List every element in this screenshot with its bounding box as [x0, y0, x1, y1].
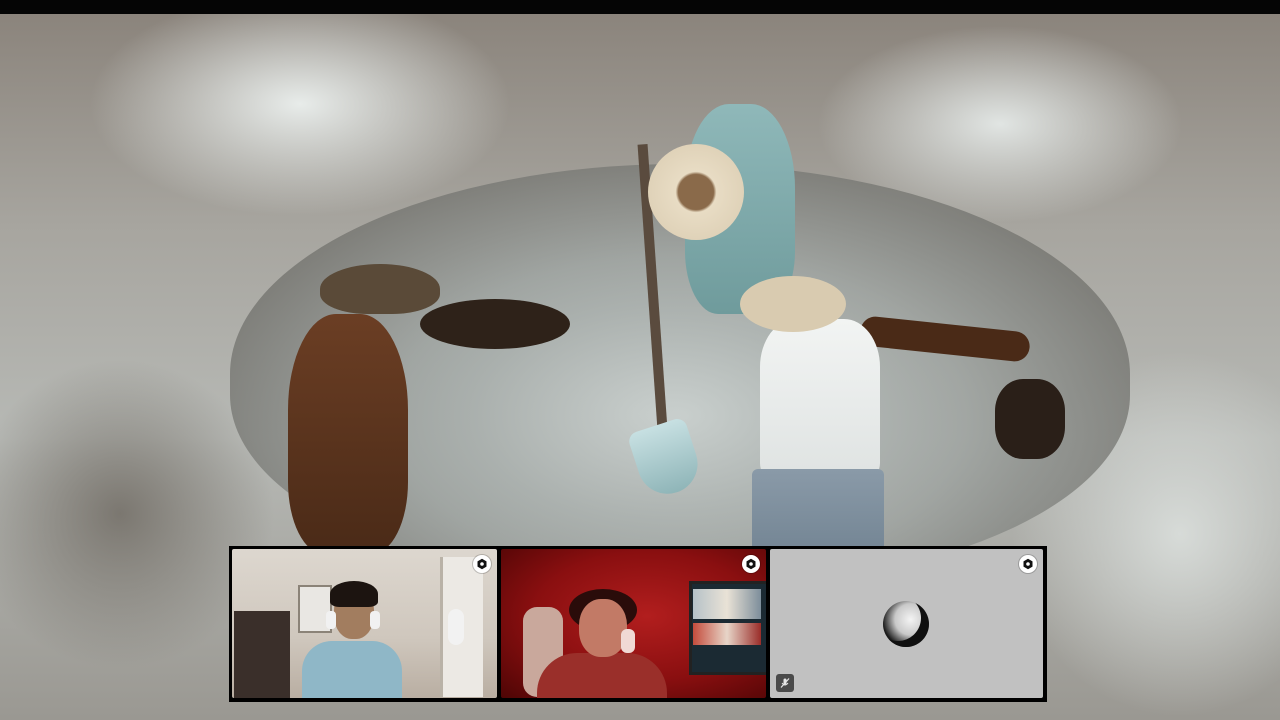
monitor-screen-bottom: [693, 623, 761, 645]
microphone: [448, 609, 464, 645]
worker-left: [288, 314, 408, 554]
participant-body: [537, 653, 667, 698]
worker-top-hat: [648, 144, 744, 240]
participant-tile-3[interactable]: [770, 549, 1043, 698]
desk-lamp: [621, 629, 635, 653]
monitor-screen-top: [693, 589, 761, 619]
participant-tile-2[interactable]: [501, 549, 766, 698]
pin-icon[interactable]: [742, 555, 760, 573]
participant-face: [579, 599, 627, 657]
dirt-splash-right: [995, 379, 1065, 459]
pin-icon[interactable]: [1019, 555, 1037, 573]
participant-strip: [229, 546, 1047, 702]
participant-body: [302, 641, 402, 698]
top-bar: [0, 0, 1280, 14]
worker-right-hat: [740, 276, 846, 332]
microphone-muted-icon: [776, 674, 794, 692]
dirt-splash: [420, 299, 570, 349]
participant-hair: [330, 581, 378, 607]
worker-right-shirt: [760, 319, 880, 479]
stream-viewport: [0, 0, 1280, 720]
worker-left-hat: [320, 264, 440, 314]
participant-tile-1[interactable]: [232, 549, 497, 698]
headphone-right: [370, 611, 380, 629]
avatar: [883, 601, 929, 647]
headphone-left: [326, 611, 336, 629]
room-shelf: [234, 611, 290, 698]
pin-icon[interactable]: [473, 555, 491, 573]
